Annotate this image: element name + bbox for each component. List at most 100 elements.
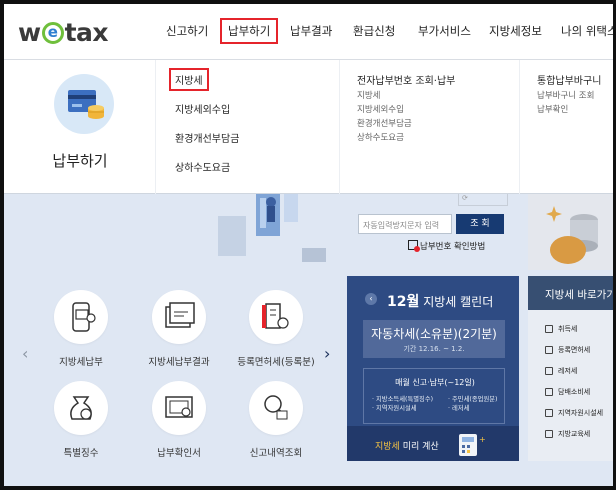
search-button[interactable]: 조 회 (456, 214, 504, 234)
shortcut-label: 취득세 (558, 325, 578, 333)
hero-illustration (214, 194, 344, 270)
coins-banner (528, 194, 613, 270)
calendar-month: 12월 (387, 294, 420, 310)
list-item: · 레저세 (448, 405, 470, 412)
list-item: · 지방소득세(특별징수) (372, 396, 434, 403)
dd-sub-water[interactable]: 상하수도요금 (357, 131, 404, 143)
tobacco-icon (545, 388, 553, 396)
logo-w: w (18, 18, 41, 47)
search-history-icon (249, 381, 303, 435)
calculator-highlight: 지방세 (375, 442, 400, 452)
local-tax-shortcuts: 지방세 바로가기 취득세 등록면허세 레저세 담배소비세 지역자원시설세 지방교… (528, 276, 613, 461)
service-special-collection[interactable]: 특별징수 (31, 381, 131, 459)
shortcut-label: 등록면허세 (558, 346, 591, 354)
logo-e-mark: e (41, 21, 64, 44)
shortcut-tobacco-tax[interactable]: 담배소비세 (545, 387, 590, 397)
dropdown-title: 납부하기 (52, 152, 108, 170)
nav-my-wetax[interactable]: 나의 위택스 (561, 23, 613, 39)
site-header: w e tax 신고하기 납부하기 납부결과 환급신청 부가서비스 지방세정보 나의… (4, 4, 613, 60)
calculator-text: 지방세 미리 계산 (375, 439, 439, 452)
service-label: 납부확인서 (157, 448, 201, 459)
service-label: 지방세납부결과 (148, 357, 210, 368)
svg-text:+: + (479, 435, 486, 444)
dropdown-col-electronic: 전자납부번호 조회·납부 지방세 지방세외수입 환경개선부담금 상하수도요금 (339, 60, 519, 194)
list-item: · 주민세(종업원분) (448, 396, 498, 403)
services-prev-arrow[interactable]: ‹ (22, 344, 28, 363)
wetax-logo[interactable]: w e tax (18, 18, 109, 47)
calculator-label: 미리 계산 (399, 442, 439, 452)
calendar-title: 12월 지방세 캘린더 (387, 291, 493, 311)
dd-link-local-tax[interactable]: 지방세 (169, 68, 209, 91)
shortcut-registration-tax[interactable]: 등록면허세 (545, 345, 590, 355)
captcha-refresh[interactable]: ⟳ (458, 194, 508, 206)
calendar-monthly-title: 매월 신고·납부(~12일) (395, 378, 475, 387)
tax-calculator-link[interactable]: 지방세 미리 계산 + (347, 426, 519, 461)
calendar-title-text: 지방세 캘린더 (423, 295, 494, 309)
payment-number-help-link[interactable]: 납부번호 확인방법 (420, 240, 485, 252)
shortcut-acquisition-tax[interactable]: 취득세 (545, 324, 577, 334)
payment-dropdown-menu: 납부하기 지방세 지방세외수입 환경개선부담금 상하수도요금 전자납부번호 조회… (4, 60, 613, 194)
bicycle-icon (545, 367, 553, 375)
service-label: 특별징수 (63, 448, 99, 459)
nav-payment-result[interactable]: 납부결과 (290, 23, 332, 39)
shortcut-education-tax[interactable]: 지방교육세 (545, 429, 590, 439)
shortcuts-title: 지방세 바로가기 (528, 276, 613, 310)
dd-link-water-fee[interactable]: 상하수도요금 (175, 159, 230, 174)
calendar-main-event: 자동차세(소유분)(2기분) (371, 327, 497, 341)
phone-payment-icon (54, 290, 108, 344)
dd-link-non-tax-revenue[interactable]: 지방세외수입 (175, 101, 230, 116)
logo-tax: tax (64, 18, 109, 47)
folder-result-icon (152, 290, 206, 344)
certificate-icon (152, 381, 206, 435)
shortcut-label: 레저세 (558, 367, 578, 375)
document-icon (408, 240, 420, 252)
dd-link-environment-charge[interactable]: 환경개선부담금 (175, 130, 239, 145)
shortcut-label: 지방교육세 (558, 430, 591, 438)
money-bag-icon (54, 381, 108, 435)
payment-card-icon (54, 74, 114, 134)
graduation-cap-icon (545, 430, 553, 438)
shortcut-label: 담배소비세 (558, 388, 591, 396)
captcha-input[interactable]: 자동입력방지문자 입력 (358, 214, 452, 234)
nav-local-tax-info[interactable]: 지방세정보 (489, 23, 542, 39)
dd-sub-local-tax[interactable]: 지방세 (357, 89, 380, 101)
dropdown-col-basket: 통합납부바구니 납부바구니 조회 납부확인 (519, 60, 613, 194)
dd-sub-payment-confirm[interactable]: 납부확인 (537, 103, 568, 115)
service-registration-tax[interactable]: 등록면허세(등록분) (226, 290, 326, 368)
calendar-prev-button[interactable]: ‹ (365, 293, 377, 305)
nav-payment[interactable]: 납부하기 (219, 18, 279, 44)
local-tax-calendar: ‹ 12월 지방세 캘린더 자동차세(소유분)(2기분) 기간 12.16. ~… (347, 276, 519, 461)
nav-report[interactable]: 신고하기 (166, 23, 208, 39)
service-label: 지방세납부 (59, 357, 103, 368)
service-label: 등록면허세(등록분) (237, 357, 315, 368)
dd-heading-electronic[interactable]: 전자납부번호 조회·납부 (357, 72, 455, 87)
calendar-list-right: · 주민세(종업원분) · 레저세 (448, 395, 497, 413)
calculator-icon: + (457, 432, 487, 458)
calendar-list-left: · 지방소득세(특별징수) · 지역자원시설세 (372, 395, 433, 413)
building-tax-icon (249, 290, 303, 344)
dropdown-title-panel: 납부하기 (4, 60, 156, 194)
dd-sub-non-tax[interactable]: 지방세외수입 (357, 103, 404, 115)
service-payment-result[interactable]: 지방세납부결과 (129, 290, 229, 368)
calendar-period: 기간 12.16. ~ 1.2. (403, 345, 465, 353)
nav-refund[interactable]: 환급신청 (353, 23, 395, 39)
nav-additional-services[interactable]: 부가서비스 (418, 23, 471, 39)
service-payment-certificate[interactable]: 납부확인서 (129, 381, 229, 459)
dd-sub-environment[interactable]: 환경개선부담금 (357, 117, 412, 129)
browser-frame: w e tax 신고하기 납부하기 납부결과 환급신청 부가서비스 지방세정보 나의… (4, 4, 613, 486)
calendar-highlight[interactable]: 자동차세(소유분)(2기분) 기간 12.16. ~ 1.2. (363, 320, 505, 358)
service-local-tax-payment[interactable]: 지방세납부 (31, 290, 131, 368)
shortcut-regional-resource-tax[interactable]: 지역자원시설세 (545, 408, 603, 418)
mountain-icon (545, 409, 553, 417)
payment-number-search: ⟳ 자동입력방지문자 입력 조 회 납부번호 확인방법 (358, 194, 518, 270)
calendar-monthly-box: 매월 신고·납부(~12일) · 지방소득세(특별징수) · 지역자원시설세 ·… (363, 368, 505, 424)
house-icon (545, 325, 553, 333)
dd-heading-basket[interactable]: 통합납부바구니 (537, 72, 601, 87)
plus-box-icon (545, 346, 553, 354)
dd-sub-basket-view[interactable]: 납부바구니 조회 (537, 89, 594, 101)
dropdown-col-payment: 지방세 지방세외수입 환경개선부담금 상하수도요금 (157, 60, 339, 194)
shortcut-label: 지역자원시설세 (558, 409, 604, 417)
service-report-history[interactable]: 신고내역조회 (226, 381, 326, 459)
service-label: 신고내역조회 (249, 448, 303, 459)
shortcut-leisure-tax[interactable]: 레저세 (545, 366, 577, 376)
